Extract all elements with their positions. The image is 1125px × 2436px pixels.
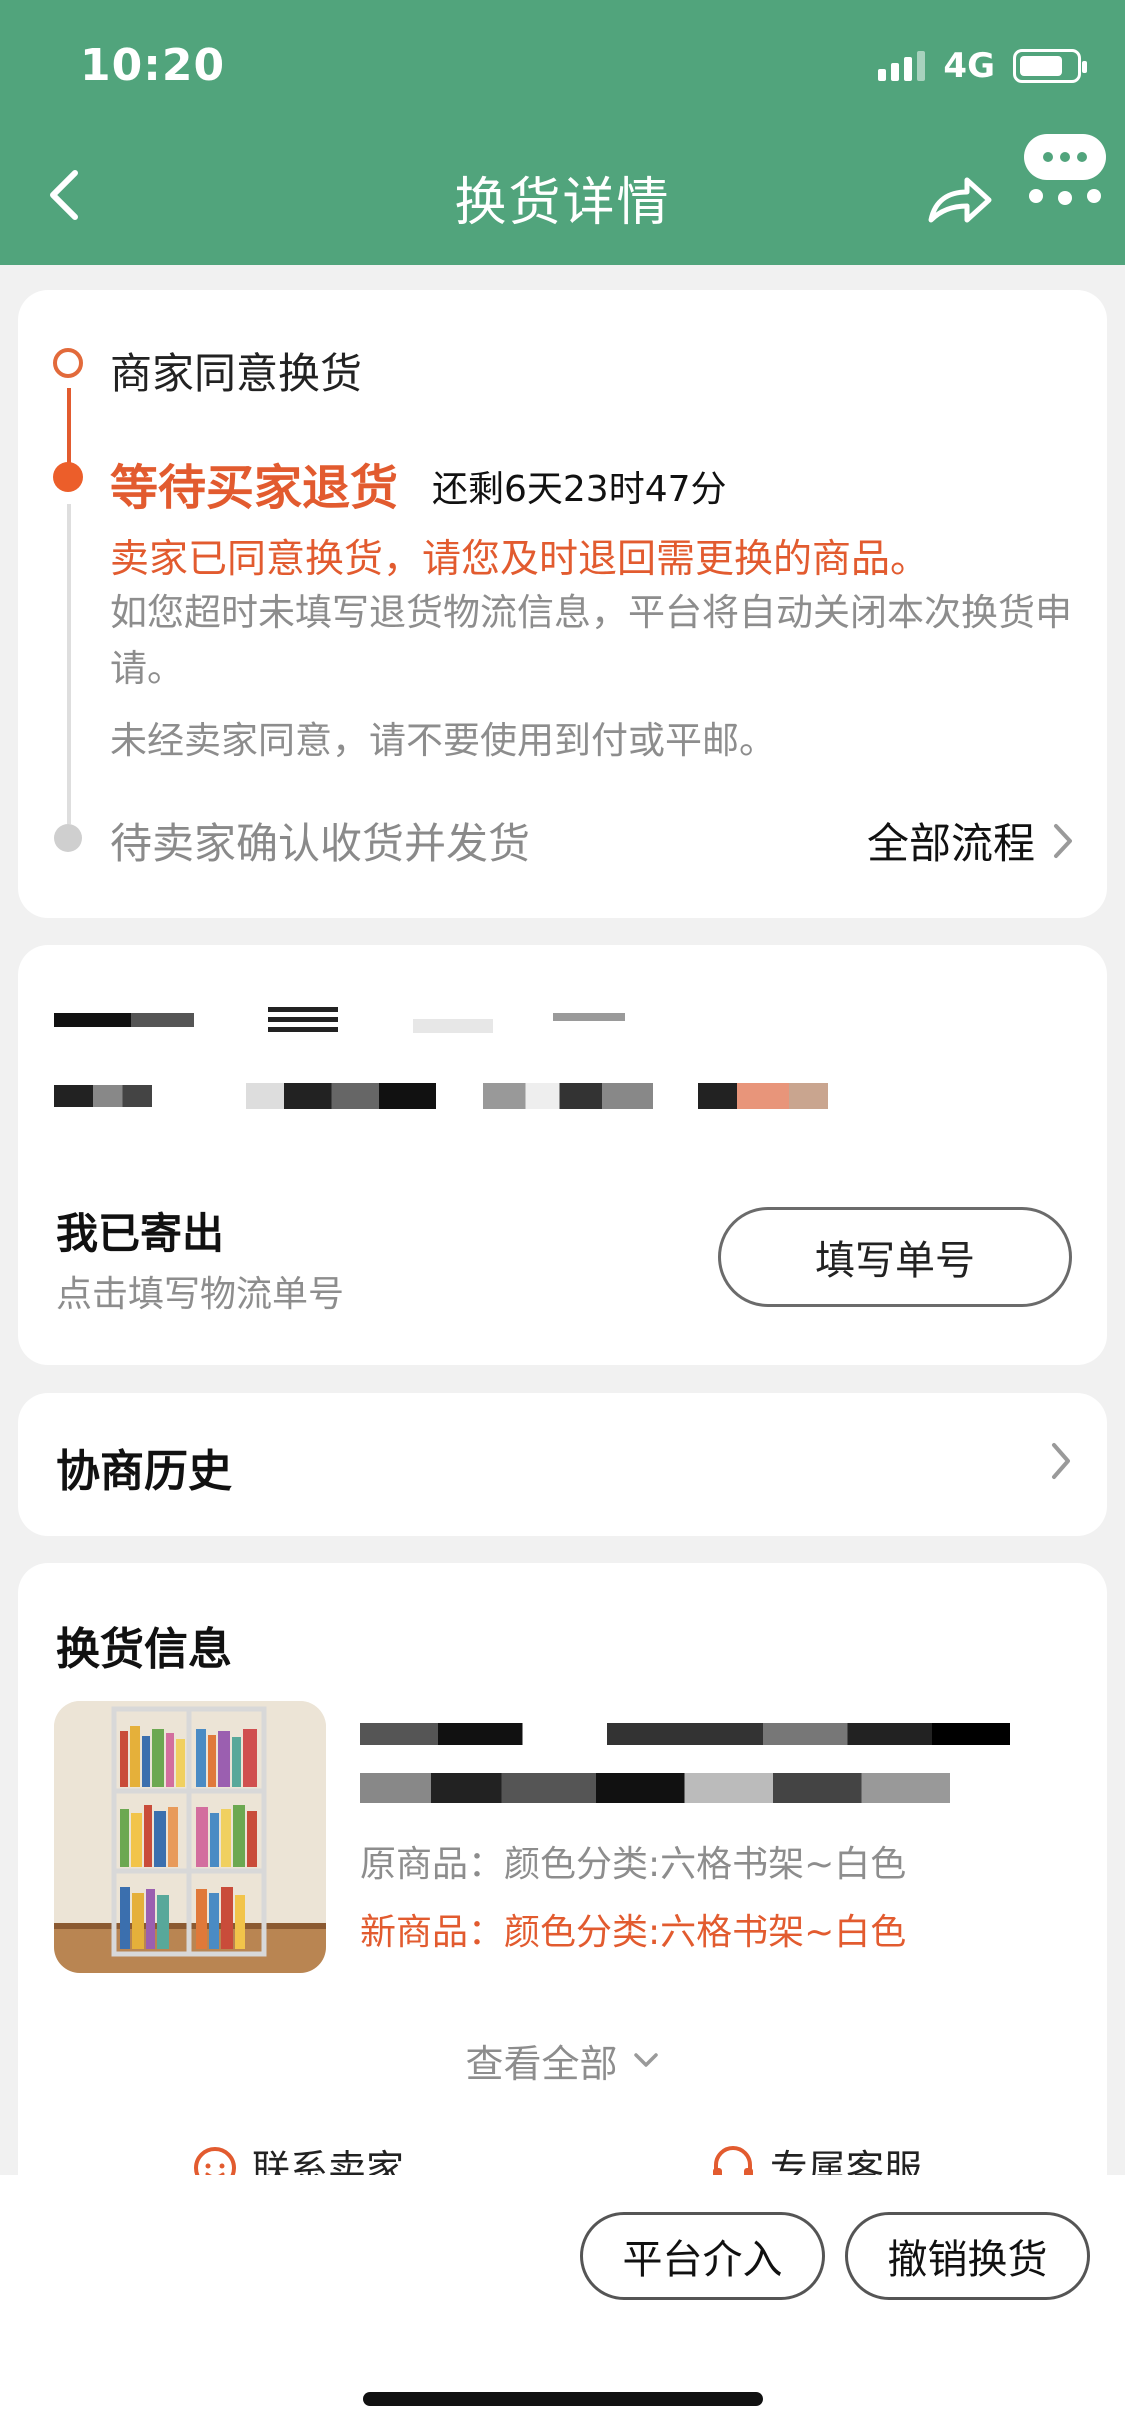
negotiation-history-title: 协商历史 (56, 1446, 232, 1497)
original-product-spec: 原商品：颜色分类:六格书架~白色 (360, 1844, 907, 1885)
shipped-hint: 点击填写物流单号 (56, 1274, 345, 1315)
chat-bubble-icon (1024, 134, 1106, 205)
cancel-exchange-button[interactable]: 撤销换货 (845, 2212, 1090, 2300)
step-next: 待卖家确认收货并发货 (110, 819, 531, 868)
redacted-contact (698, 1083, 828, 1109)
view-all-label: 查看全部 (465, 2042, 618, 2086)
all-flow-link[interactable]: 全部流程 (867, 810, 1075, 871)
redacted-contact (246, 1083, 436, 1109)
redacted-contact (483, 1083, 653, 1109)
platform-intervene-button[interactable]: 平台介入 (580, 2212, 825, 2300)
current-notice: 卖家已同意换货，请您及时退回需更换的商品。 (110, 537, 930, 582)
negotiation-history-row[interactable]: 协商历史 (18, 1393, 1107, 1536)
current-desc-shipping: 未经卖家同意，请不要使用到付或平邮。 (110, 719, 776, 762)
redacted-contact (54, 1085, 152, 1107)
chevron-down-icon (633, 2052, 658, 2067)
fill-tracking-number-button[interactable]: 填写单号 (718, 1207, 1072, 1307)
chat-button[interactable] (1020, 130, 1110, 210)
battery-level (1020, 56, 1062, 76)
timeline-dot-done (53, 348, 83, 378)
timeline-line-pending (67, 504, 71, 824)
exchange-detail-screen: 10:20 4G 换货详情 商家同意换货 等待买家退货 还剩6天23时47分 卖… (0, 0, 1125, 2436)
network-type: 4G (943, 46, 995, 86)
redacted-product-title (360, 1773, 950, 1803)
redacted-address (54, 1013, 194, 1027)
status-indicators: 4G (878, 46, 1087, 86)
redacted-product-title (360, 1723, 1010, 1745)
exchange-info-title: 换货信息 (56, 1624, 232, 1675)
exchange-progress-card: 商家同意换货 等待买家退货 还剩6天23时47分 卖家已同意换货，请您及时退回需… (18, 290, 1107, 918)
view-all-button[interactable]: 查看全部 (18, 2033, 1107, 2088)
current-desc-timeout: 如您超时未填写退货物流信息，平台将自动关闭本次换货申请。 (110, 591, 1072, 690)
status-time: 10:20 (80, 40, 226, 91)
return-shipping-card: 我已寄出 点击填写物流单号 填写单号 (18, 945, 1107, 1365)
share-button[interactable] (920, 160, 1000, 240)
redacted-address (413, 1019, 493, 1033)
home-indicator[interactable] (363, 2392, 763, 2406)
product-image[interactable] (54, 1701, 326, 1973)
bookshelf-image (54, 1701, 326, 1973)
remaining-time: 还剩6天23时47分 (432, 469, 727, 510)
top-bar: 10:20 4G 换货详情 (0, 0, 1125, 265)
redacted-address (268, 1007, 338, 1033)
shipped-title: 我已寄出 (56, 1209, 225, 1258)
battery-icon (1013, 49, 1087, 83)
share-icon (928, 177, 992, 223)
new-product-spec: 新商品：颜色分类:六格书架~白色 (360, 1912, 907, 1953)
signal-icon (878, 51, 926, 81)
step-merchant-agreed: 商家同意换货 (110, 349, 363, 398)
timeline-dot-future (54, 824, 82, 852)
redacted-address (553, 1013, 625, 1021)
chevron-right-icon (1052, 1443, 1070, 1479)
timeline-dot-current (53, 462, 83, 492)
all-flow-label: 全部流程 (866, 819, 1035, 868)
step-current-title: 等待买家退货 (110, 460, 399, 516)
chevron-right-icon (1054, 823, 1072, 858)
